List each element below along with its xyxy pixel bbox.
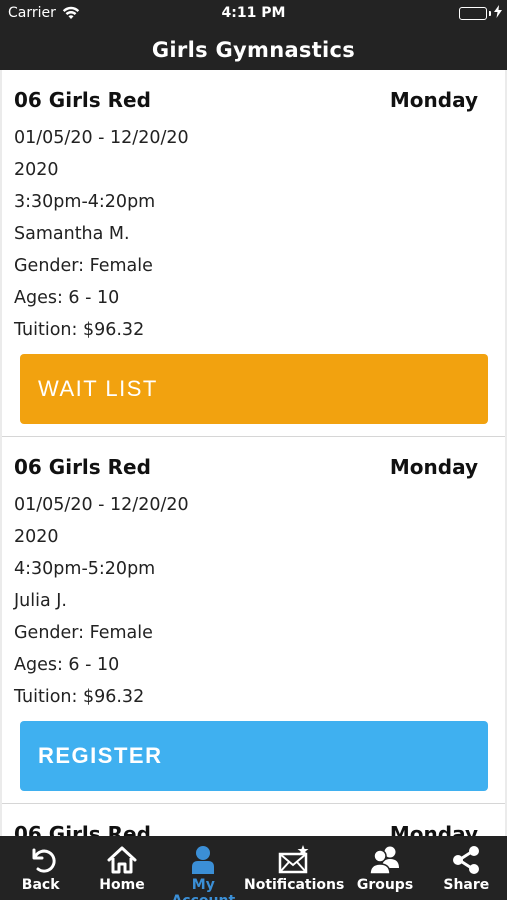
- battery-icon: [459, 7, 487, 20]
- class-instructor: Samantha M.: [14, 224, 130, 244]
- charging-icon: [494, 5, 502, 22]
- wait-list-button[interactable]: WAIT LIST: [20, 354, 488, 424]
- class-ages: Ages: 6 - 10: [14, 288, 120, 308]
- register-button[interactable]: REGISTER: [20, 721, 488, 791]
- class-gender: Gender: Female: [14, 623, 153, 643]
- tab-back[interactable]: Back: [0, 836, 81, 900]
- tab-groups[interactable]: Groups: [344, 836, 425, 900]
- tab-groups-label: Groups: [356, 877, 414, 893]
- class-details: 01/05/20 - 12/20/20 2020 3:30pm-4:20pm S…: [14, 126, 189, 350]
- class-day: Monday: [389, 88, 478, 112]
- class-name: 06 Girls Red: [14, 88, 151, 112]
- tab-notifications[interactable]: Notifications: [244, 836, 344, 900]
- class-time: 3:30pm-4:20pm: [14, 192, 156, 212]
- class-gender: Gender: Female: [14, 256, 153, 276]
- tab-my-account-label: My Account: [171, 877, 235, 900]
- tab-home-label: Home: [99, 877, 145, 893]
- user-icon: [163, 836, 244, 876]
- page-title: Girls Gymnastics: [151, 38, 356, 62]
- nav-bar: Girls Gymnastics: [0, 28, 507, 70]
- home-icon: [81, 836, 162, 876]
- class-day: Monday: [389, 455, 478, 479]
- class-card: 06 Girls Red Monday 01/05/20 - 12/20/20 …: [2, 70, 505, 437]
- class-day: Monday: [389, 822, 478, 836]
- class-details: 01/05/20 - 12/20/20 2020 4:30pm-5:20pm J…: [14, 493, 189, 717]
- class-instructor: Julia J.: [14, 591, 67, 611]
- tab-share-label: Share: [443, 877, 490, 893]
- tab-notifications-label: Notifications: [243, 877, 345, 893]
- class-year: 2020: [14, 160, 59, 180]
- class-year: 2020: [14, 527, 59, 547]
- group-icon: [344, 836, 425, 876]
- tab-back-label: Back: [21, 877, 60, 893]
- class-tuition: Tuition: $96.32: [14, 320, 145, 340]
- class-tuition: Tuition: $96.32: [14, 687, 145, 707]
- class-name: 06 Girls Red: [14, 455, 151, 479]
- class-dates: 01/05/20 - 12/20/20: [14, 128, 189, 148]
- share-icon: [426, 836, 507, 876]
- status-time: 4:11 PM: [221, 5, 286, 21]
- envelope-star-icon: [244, 836, 344, 876]
- status-bar: Carrier 4:11 PM: [0, 0, 507, 28]
- class-ages: Ages: 6 - 10: [14, 655, 120, 675]
- tab-share[interactable]: Share: [426, 836, 507, 900]
- class-time: 4:30pm-5:20pm: [14, 559, 156, 579]
- class-name: 06 Girls Red: [14, 822, 151, 836]
- back-arrow-icon: [0, 836, 81, 876]
- tab-home[interactable]: Home: [81, 836, 162, 900]
- class-list[interactable]: 06 Girls Red Monday 01/05/20 - 12/20/20 …: [0, 70, 507, 836]
- class-dates: 01/05/20 - 12/20/20: [14, 495, 189, 515]
- tab-bar: Back Home My Account Notifications Group…: [0, 836, 507, 900]
- tab-my-account[interactable]: My Account: [163, 836, 244, 900]
- class-card: 06 Girls Red Monday: [2, 804, 505, 836]
- class-card: 06 Girls Red Monday 01/05/20 - 12/20/20 …: [2, 437, 505, 804]
